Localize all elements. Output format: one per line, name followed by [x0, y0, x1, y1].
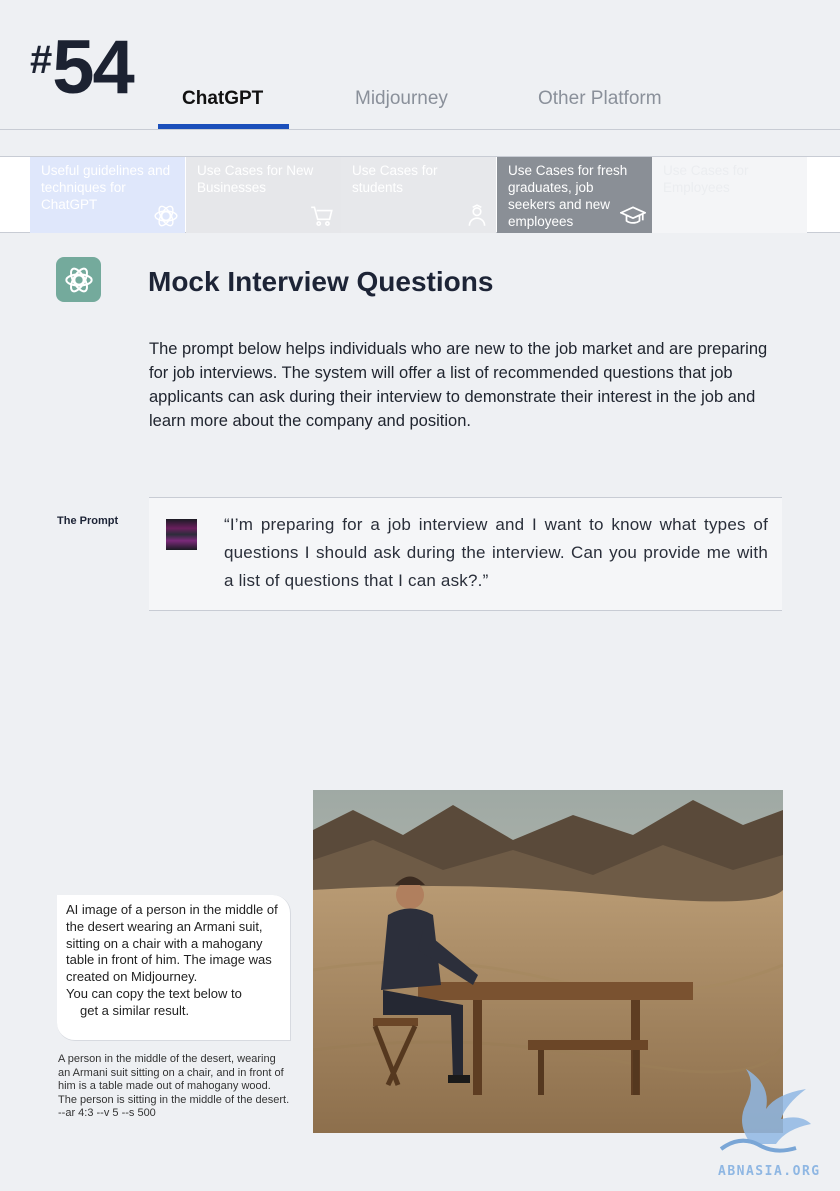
category-employees[interactable]: Use Cases for Employees — [652, 157, 807, 233]
section-title: Mock Interview Questions — [148, 266, 494, 297]
caption-description: AI image of a person in the middle of th… — [66, 902, 278, 985]
midjourney-prompt: A person in the middle of the desert, we… — [58, 1053, 290, 1120]
tab-other-platform[interactable]: Other Platform — [538, 88, 662, 110]
active-tab-indicator — [158, 124, 289, 129]
category-label: Use Cases for fresh graduates, job seeke… — [508, 163, 628, 229]
chatgpt-icon — [154, 205, 178, 227]
category-new-businesses[interactable]: Use Cases for New Businesses — [186, 157, 341, 233]
category-guidelines[interactable]: Useful guidelines and techniques for Cha… — [30, 157, 185, 233]
cart-icon — [311, 206, 333, 227]
caption-copy-note-cont: get a similar result. — [80, 1002, 190, 1018]
tab-chatgpt[interactable]: ChatGPT — [182, 88, 263, 110]
dragon-logo-icon — [719, 1069, 811, 1153]
desert-man-image — [313, 790, 783, 1133]
caption-copy-note: You can copy the text below to — [66, 985, 242, 1001]
watermark-text: ABNASIA.ORG — [718, 1164, 821, 1179]
chatgpt-logo-icon — [56, 257, 101, 302]
prompt-thumbnail — [166, 519, 197, 550]
platform-tabs: ChatGPT Midjourney Other Platform — [0, 80, 840, 130]
image-caption: AI image of a person in the middle of th… — [57, 895, 291, 1041]
prompt-text: “I’m preparing for a job interview and I… — [224, 515, 768, 590]
section-intro: The prompt below helps individuals who a… — [149, 340, 768, 430]
student-icon — [468, 204, 486, 226]
category-bar: Useful guidelines and techniques for Cha… — [0, 156, 840, 233]
category-label: Use Cases for Employees — [663, 163, 749, 195]
category-label: Use Cases for New Businesses — [197, 163, 314, 195]
category-label: Use Cases for students — [352, 163, 438, 195]
category-label: Useful guidelines and techniques for Cha… — [41, 163, 171, 212]
watermark: ABNASIA.ORG — [716, 1064, 826, 1179]
page-number-hash: # — [30, 38, 53, 82]
prompt-label: The Prompt — [57, 515, 119, 527]
category-fresh-graduates[interactable]: Use Cases for fresh graduates, job seeke… — [497, 157, 652, 233]
category-students[interactable]: Use Cases for students — [341, 157, 496, 233]
prompt-box: “I’m preparing for a job interview and I… — [149, 497, 782, 611]
graduation-cap-icon — [620, 206, 646, 224]
tab-midjourney[interactable]: Midjourney — [355, 88, 448, 110]
